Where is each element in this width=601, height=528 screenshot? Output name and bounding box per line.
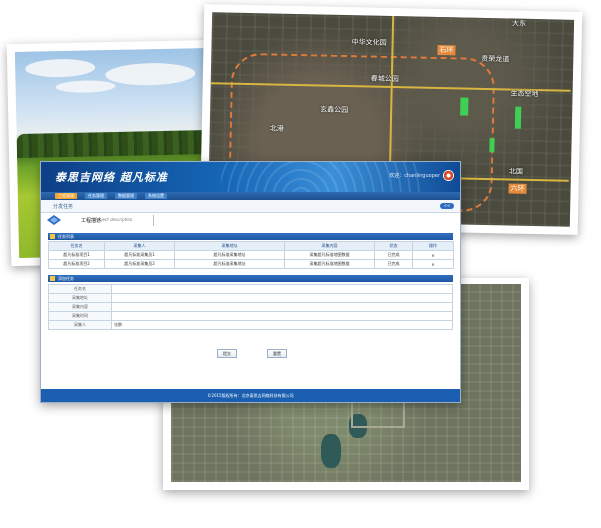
task-address: 超凡标准采集地址 (174, 259, 285, 269)
task-name: 超凡标准项目1 (48, 250, 105, 260)
reset-button[interactable]: 重置 (267, 349, 287, 358)
column-header: 状态 (374, 241, 413, 251)
task-address: 超凡标准采集地址 (174, 250, 285, 260)
form-label: 采集地址 (48, 293, 112, 303)
task-status: 已完成 (374, 250, 413, 260)
task-name-input[interactable] (111, 284, 453, 294)
column-header: 采集人 (104, 241, 175, 251)
back-button[interactable]: << (440, 203, 454, 209)
table-header-row: 任务名 采集人 采集地址 采集内容 状态 操作 (48, 241, 454, 251)
task-collector: 超凡标准采集员2 (104, 259, 175, 269)
brand-logo-text: 泰思吉网络 超凡标准 (55, 171, 168, 184)
green-marker (514, 106, 522, 129)
divider (153, 215, 154, 226)
breadcrumb-bar: 分发任务 << (41, 200, 460, 213)
breadcrumb: 分发任务 (53, 204, 74, 210)
map-label: 玄鑫公园 (320, 105, 349, 115)
lake (321, 434, 341, 468)
company-logo-icon (443, 170, 454, 181)
task-collector: 超凡标准采集员1 (104, 250, 175, 260)
add-task-section-header: 添加任务 (48, 275, 453, 282)
nav-tab-data[interactable]: 数据管理 (115, 193, 137, 199)
delete-icon[interactable]: ✕ (412, 259, 454, 269)
project-subtitle: Project description (95, 217, 133, 222)
map-label: 春城公园 (370, 74, 399, 84)
app-window: 泰思吉网络 超凡标准 欢迎：chanlinguoper 工程管理 任务管理 数据… (40, 161, 461, 403)
table-row[interactable]: 超凡标准项目2 超凡标准采集员2 超凡标准采集地址 采集超凡标准地图数据 已完成… (48, 259, 454, 269)
content-input[interactable] (111, 302, 453, 312)
time-input[interactable] (111, 311, 453, 321)
form-label: 采集时间 (48, 311, 112, 321)
nav-tab-settings[interactable]: 系统设置 (145, 193, 167, 199)
collector-select[interactable]: 张鹏 (111, 320, 453, 330)
task-content: 采集超凡标准地图数据 (284, 250, 375, 260)
map-label: 北国 (508, 167, 524, 176)
map-badge: 六环 (508, 183, 527, 194)
column-header: 采集地址 (174, 241, 285, 251)
tree-line (16, 129, 212, 159)
map-label: 生态空地 (510, 89, 539, 99)
project-header: 工程描述 Project description (41, 213, 460, 229)
cloud (55, 79, 116, 94)
delete-icon[interactable]: ✕ (412, 250, 454, 260)
address-input[interactable] (111, 293, 453, 303)
task-content: 采集超凡标准地图数据 (284, 259, 375, 269)
add-section-title: 添加任务 (58, 276, 74, 281)
cloud (25, 58, 96, 78)
map-badge: 石环 (437, 44, 456, 56)
section-icon (50, 234, 55, 239)
header-banner: 泰思吉网络 超凡标准 欢迎：chanlinguoper (41, 162, 460, 192)
map-label: 北港 (269, 124, 284, 133)
submit-button[interactable]: 提交 (217, 349, 237, 358)
column-header: 任务名 (48, 241, 105, 251)
main-nav: 工程管理 任务管理 数据管理 系统设置 (41, 192, 460, 200)
project-icon (47, 215, 61, 225)
column-header: 采集内容 (284, 241, 375, 251)
map-label: 大东 (511, 19, 527, 28)
form-label: 任务名 (48, 284, 112, 294)
green-marker (489, 138, 495, 153)
task-section-title: 任务列表 (58, 234, 74, 239)
map-label: 贵荣龙道 (481, 54, 510, 64)
section-icon (50, 276, 55, 281)
column-header: 操作 (412, 241, 454, 251)
nav-tab-task[interactable]: 任务管理 (85, 193, 107, 199)
task-section-header: 任务列表 (48, 233, 453, 240)
table-row[interactable]: 超凡标准项目1 超凡标准采集员1 超凡标准采集地址 采集超凡标准地图数据 已完成… (48, 250, 454, 260)
task-status: 已完成 (374, 259, 413, 269)
add-task-form: 任务名 采集地址 采集内容 采集时间 采集人 张鹏 (48, 284, 453, 330)
task-name: 超凡标准项目2 (48, 259, 105, 269)
user-info: 欢迎：chanlinguoper (389, 173, 440, 179)
cloud (105, 62, 196, 87)
task-table: 任务名 采集人 采集地址 采集内容 状态 操作 超凡标准项目1 超凡标准采集员1… (48, 241, 454, 269)
form-label: 采集内容 (48, 302, 112, 312)
map-label: 中华文化园 (351, 38, 387, 47)
green-marker (460, 97, 469, 116)
nav-tab-project[interactable]: 工程管理 (55, 193, 77, 199)
form-label: 采集人 (48, 320, 112, 330)
footer-copyright: ©2015版权所有：北京泰思吉网络科技有限公司 (41, 389, 460, 402)
